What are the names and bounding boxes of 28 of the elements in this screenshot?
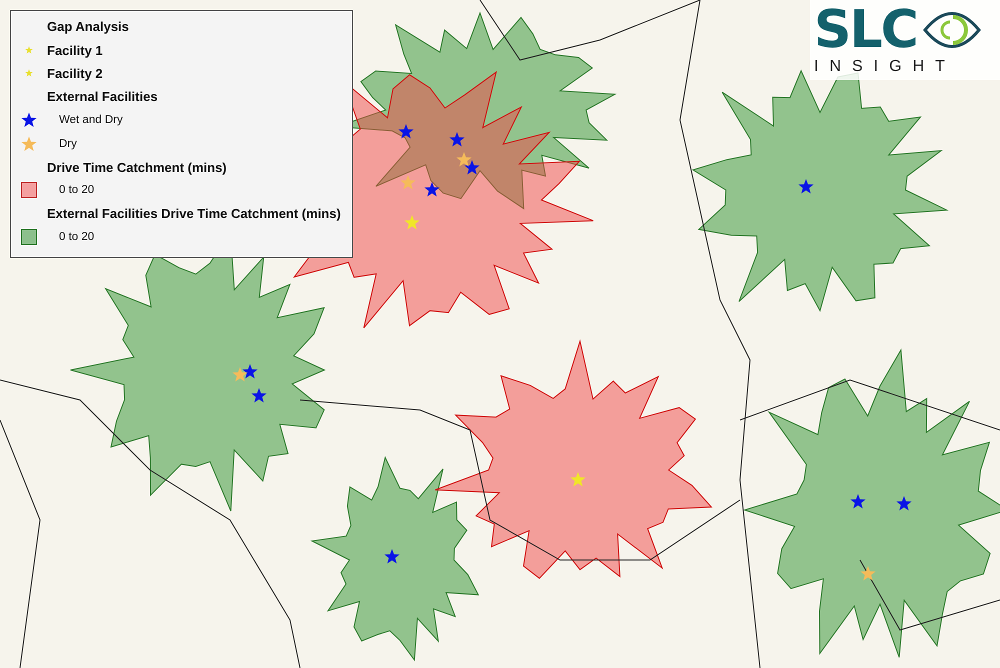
legend-heading: External Facilities Drive Time Catchment (mins) bbox=[47, 206, 341, 222]
star-marker bbox=[456, 152, 472, 166]
star-marker bbox=[570, 472, 586, 486]
logo-tagline: INSIGHT bbox=[814, 58, 957, 76]
star-marker bbox=[850, 494, 866, 508]
legend-title: Gap Analysis bbox=[47, 19, 129, 34]
star-marker bbox=[404, 215, 420, 230]
star-marker bbox=[860, 566, 876, 580]
legend-heading: Drive Time Catchment (mins) bbox=[47, 160, 227, 175]
legend-label: Dry bbox=[59, 138, 77, 150]
star-marker bbox=[424, 182, 440, 196]
legend-label: Wet and Dry bbox=[59, 114, 123, 126]
star-marker bbox=[242, 364, 258, 378]
legend-label: Facility 1 bbox=[47, 42, 103, 58]
star-marker bbox=[232, 367, 248, 382]
star-marker bbox=[400, 175, 416, 190]
star-marker bbox=[251, 388, 267, 402]
star-marker bbox=[449, 132, 465, 146]
star-marker bbox=[464, 160, 480, 174]
legend-label: 0 to 20 bbox=[59, 184, 94, 196]
star-marker bbox=[798, 179, 814, 194]
legend-label: 0 to 20 bbox=[59, 231, 94, 244]
legend-heading: External Facilities bbox=[47, 89, 158, 104]
star-marker bbox=[384, 549, 400, 564]
star-marker bbox=[398, 124, 414, 138]
legend-label: Facility 2 bbox=[47, 66, 103, 81]
logo-wordmark: SLC bbox=[814, 2, 917, 58]
star-marker bbox=[896, 496, 912, 510]
